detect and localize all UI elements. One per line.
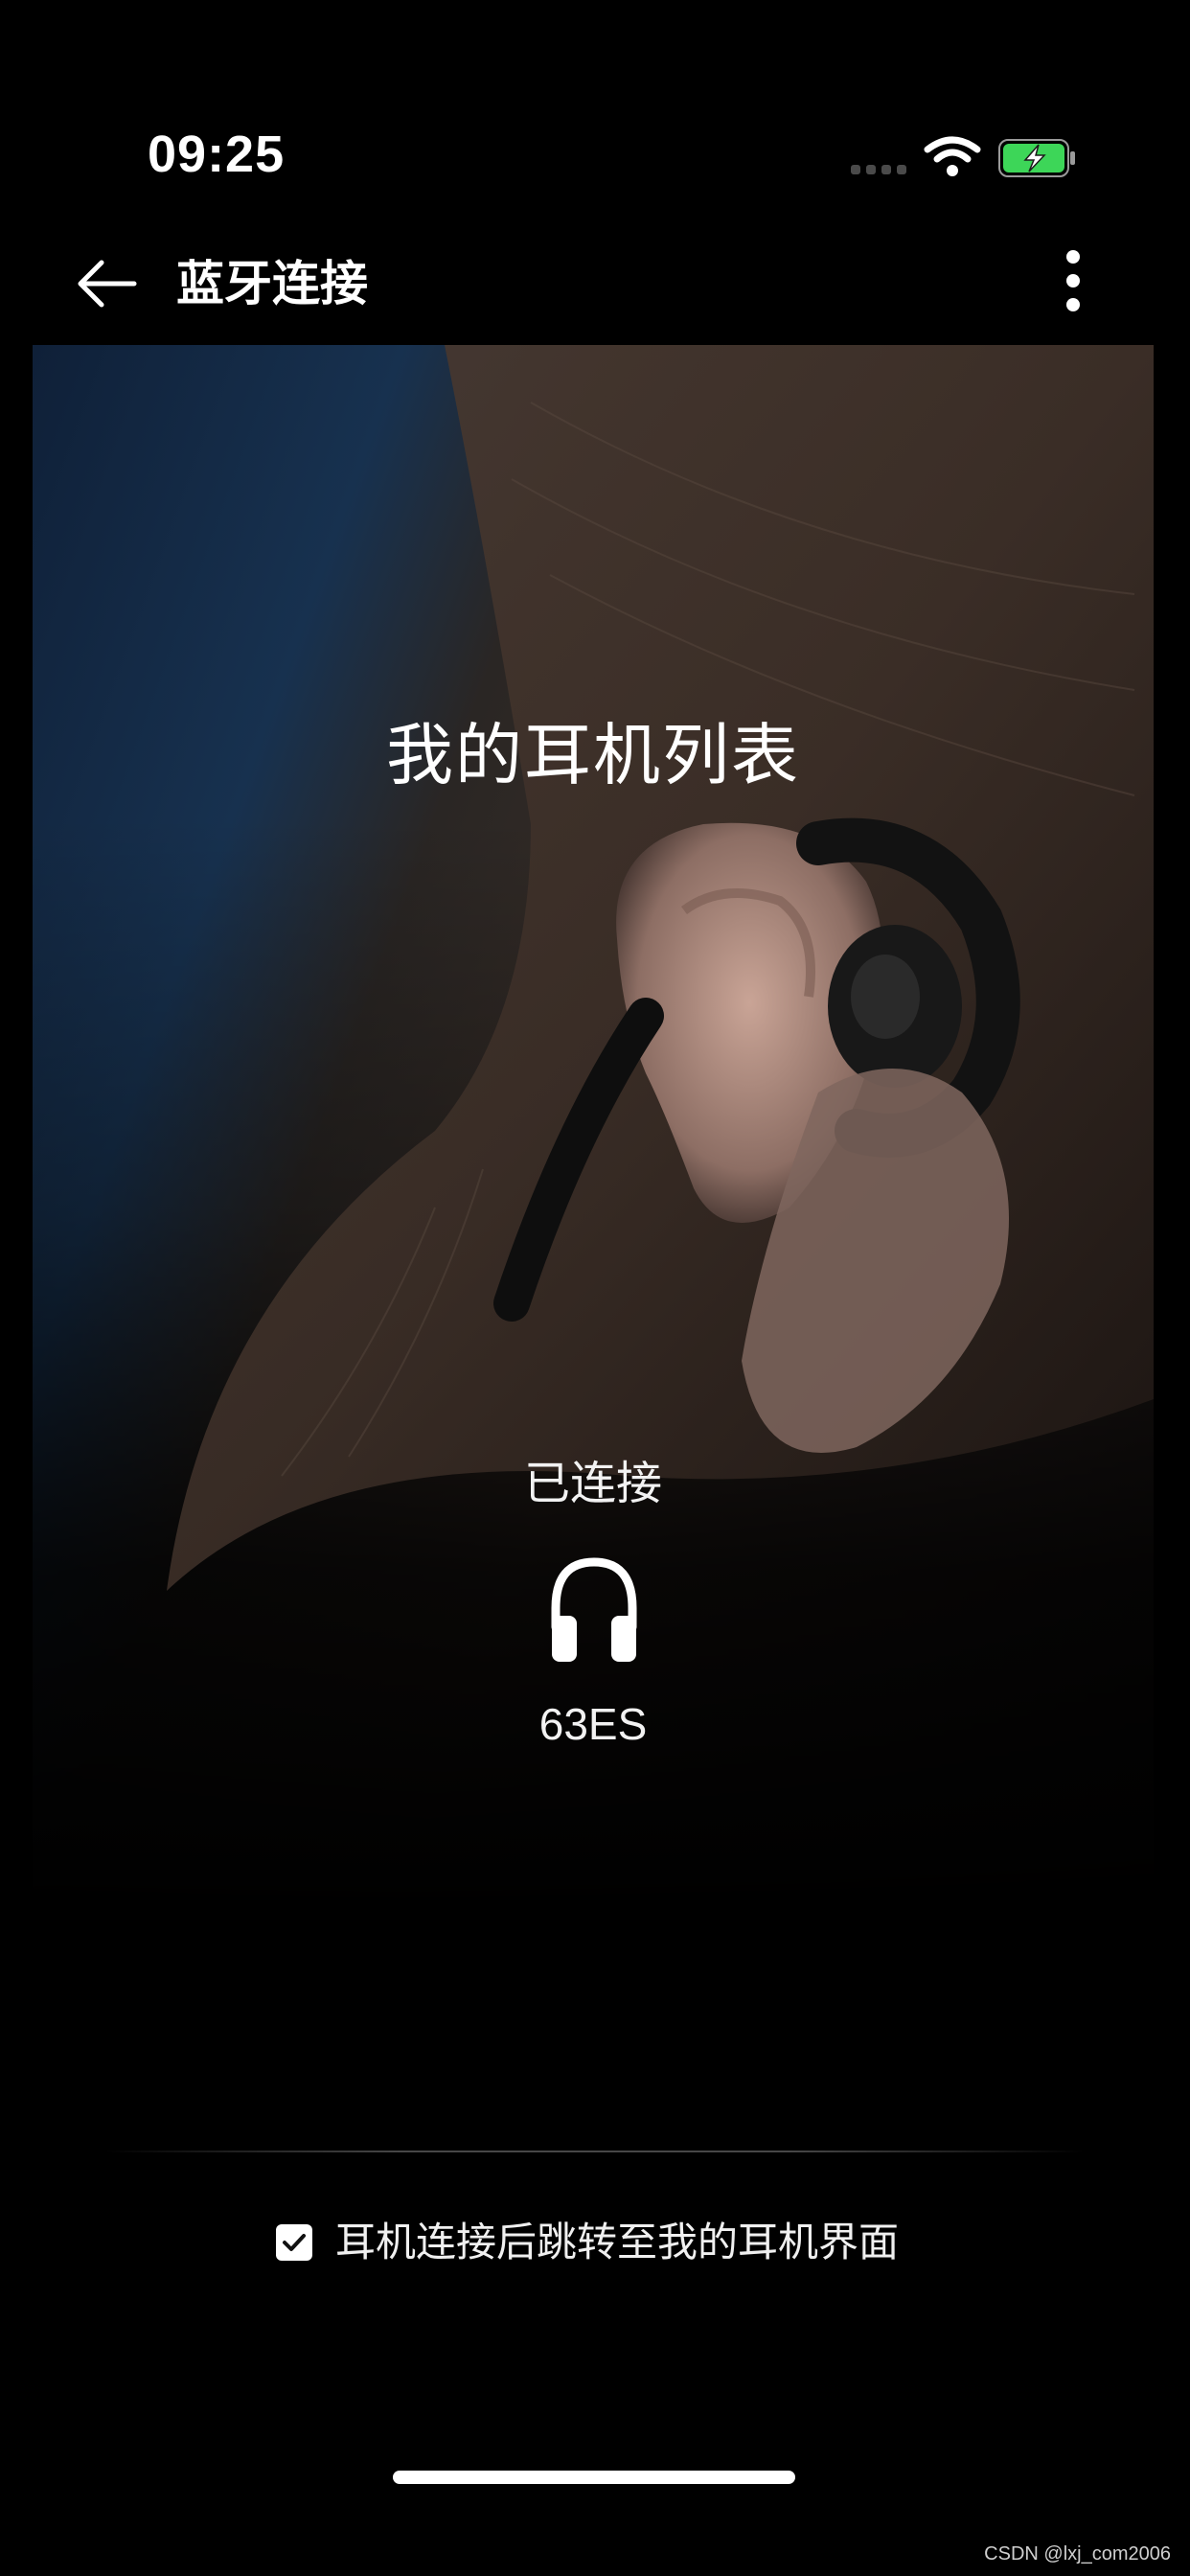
connection-status: 已连接: [523, 1457, 662, 1510]
hero-banner: 我的耳机列表 已连接 63ES: [33, 345, 1154, 1917]
auto-jump-option[interactable]: 耳机连接后跳转至我的耳机界面: [276, 2216, 899, 2269]
device-name[interactable]: 63ES: [33, 1698, 1154, 1750]
cellular-signal-icon: [851, 165, 906, 174]
battery-charging-icon: [998, 139, 1075, 177]
page-title: 蓝牙连接: [176, 256, 368, 311]
headphones-icon[interactable]: [546, 1552, 642, 1668]
headphone-list-title: 我的耳机列表: [386, 716, 800, 794]
watermark: CSDN @lxj_com2006: [984, 2543, 1171, 2564]
checkmark-icon: [283, 2234, 306, 2251]
auto-jump-label: 耳机连接后跳转至我的耳机界面: [335, 2219, 900, 2266]
back-button[interactable]: [75, 257, 138, 310]
wifi-icon: [924, 136, 981, 176]
person-wearing-earphone-photo: [167, 345, 1154, 1591]
home-indicator[interactable]: [393, 2471, 795, 2484]
divider: [105, 2150, 1085, 2152]
more-options-button[interactable]: [1054, 247, 1092, 314]
status-time: 09:25: [148, 126, 286, 183]
auto-jump-checkbox[interactable]: [276, 2224, 312, 2261]
